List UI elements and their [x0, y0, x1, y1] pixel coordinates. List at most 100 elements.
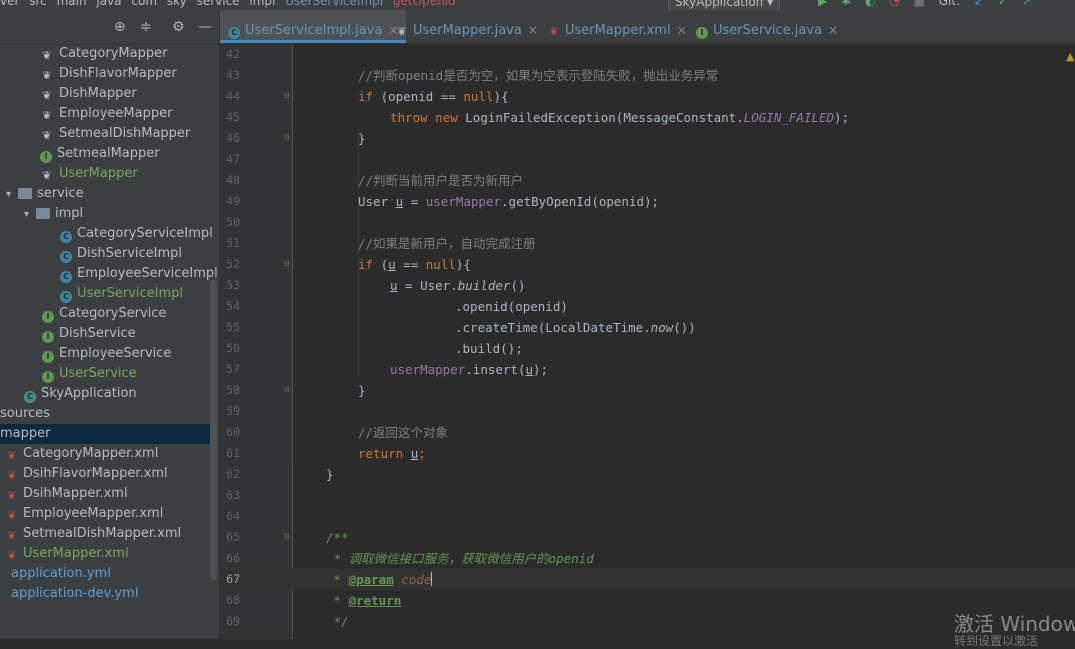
- tree-item-employeemapper-xml[interactable]: ❦ EmployeeMapper.xml: [6, 504, 163, 524]
- line-number: 67: [226, 572, 240, 586]
- target-icon[interactable]: ⊕: [114, 19, 126, 35]
- coverage-icon[interactable]: ◐: [865, 0, 875, 8]
- gear-icon[interactable]: ⚙: [172, 19, 185, 35]
- tree-item-label: EmployeeService: [59, 346, 172, 361]
- xml-file-icon: ❦: [7, 509, 17, 522]
- tree-item-setmealdishmapper[interactable]: ❦ SetmealDishMapper: [40, 124, 190, 144]
- interface-icon: I: [42, 351, 54, 363]
- tree-item-employeemapper[interactable]: ❦ EmployeeMapper: [40, 104, 172, 124]
- tree-item-mapper[interactable]: mapper: [0, 424, 210, 444]
- line-number: 69: [226, 614, 240, 628]
- tree-item-categorymapper-xml[interactable]: ❦ CategoryMapper.xml: [6, 444, 158, 464]
- tree-item-usermapper[interactable]: ❦ UserMapper: [40, 164, 137, 184]
- breadcrumb-item[interactable]: com: [131, 0, 157, 8]
- line-number: 57: [226, 362, 240, 376]
- code-doc-param: code: [401, 572, 432, 587]
- tree-item-setmealdishmapper-xml[interactable]: ❦ SetmealDishMapper.xml: [6, 524, 181, 544]
- tree-item-categoryservice[interactable]: I CategoryService: [42, 304, 166, 324]
- git-push-icon[interactable]: ↗: [1022, 0, 1032, 8]
- code-comment: //判断openid是否为空，如果为空表示登陆失败，抛出业务异常: [358, 68, 719, 83]
- tree-item-label: SetmealMapper: [57, 146, 160, 161]
- code-editor[interactable]: ▲ 42 43//判断openid是否为空，如果为空表示登陆失败，抛出业务异常 …: [220, 44, 1075, 639]
- fold-icon[interactable]: ⊟: [284, 380, 289, 401]
- code-line: 53 u = User.builder(): [220, 275, 1075, 296]
- fold-icon[interactable]: ⊟: [284, 128, 289, 149]
- tree-item-employeeserviceimpl[interactable]: C EmployeeServiceImpl: [60, 264, 218, 284]
- tab-user-service-java[interactable]: I UserService.java ×: [688, 10, 846, 43]
- breadcrumb-item[interactable]: UserServiceImpl: [285, 0, 383, 8]
- tree-item-employeeservice[interactable]: I EmployeeService: [42, 344, 171, 364]
- debug-icon[interactable]: ✱: [841, 0, 851, 8]
- tab-user-mapper-xml[interactable]: ❦ UserMapper.xml ×: [540, 10, 695, 43]
- tree-item-label: DishService: [59, 326, 136, 341]
- line-number: 54: [226, 299, 240, 313]
- breadcrumb-item[interactable]: getOpenid: [393, 0, 456, 8]
- fold-icon[interactable]: ⊟: [284, 254, 289, 275]
- tree-item-impl[interactable]: ▾ impl: [24, 204, 83, 224]
- tree-item-dishflavormapper[interactable]: ❦ DishFlavorMapper: [40, 64, 176, 84]
- tree-item-usermapper-xml[interactable]: ❦ UserMapper.xml: [6, 544, 128, 564]
- tab-user-mapper-java[interactable]: ❦ UserMapper.java ×: [388, 10, 546, 43]
- breadcrumb-item[interactable]: service: [197, 0, 240, 8]
- run-icon[interactable]: ▶: [818, 0, 827, 8]
- tree-item-dishservice[interactable]: I DishService: [42, 324, 136, 344]
- tree-item-dishserviceimpl[interactable]: C DishServiceImpl: [60, 244, 182, 264]
- tree-item-categoryserviceimpl[interactable]: C CategoryServiceImpl: [60, 224, 213, 244]
- code-token: (openid ==: [373, 89, 464, 104]
- tree-item-label: CategoryMapper.xml: [23, 446, 159, 461]
- breadcrumb-item[interactable]: ver: [0, 0, 19, 8]
- breadcrumb: ver src main java com sky service impl U…: [0, 0, 462, 8]
- expand-arrow-icon[interactable]: ▾: [24, 205, 36, 225]
- tree-item-label: SkyApplication: [41, 386, 137, 401]
- minimize-icon[interactable]: —: [198, 19, 212, 35]
- profile-icon[interactable]: ◔: [889, 0, 899, 8]
- breadcrumb-item[interactable]: impl: [249, 0, 275, 8]
- project-scrollbar[interactable]: [210, 280, 217, 580]
- toolbar: ▶ ✱ ◐ ◔ ■ Git: ↙ ✓ ↗: [818, 0, 1042, 8]
- tree-item-userservice[interactable]: I UserService: [42, 364, 137, 384]
- line-number: 50: [226, 215, 240, 229]
- expand-arrow-icon[interactable]: ▾: [6, 185, 18, 205]
- editor-tabs: C UserServiceImpl.java × ❦ UserMapper.java ×…: [220, 10, 1075, 44]
- code-line: 58 ⊟}: [220, 380, 1075, 401]
- xml-file-icon: ❦: [7, 529, 17, 542]
- tree-item-dsihmapper-xml[interactable]: ❦ DsihMapper.xml: [6, 484, 127, 504]
- breadcrumb-item[interactable]: sky: [167, 0, 187, 8]
- collapse-icon[interactable]: ≑: [140, 19, 152, 35]
- tree-item-dsihflavormapper-xml[interactable]: ❦ DsihFlavorMapper.xml: [6, 464, 167, 484]
- tree-item-service[interactable]: ▾ service: [6, 184, 84, 204]
- xml-file-icon: ❦: [7, 469, 17, 482]
- run-configuration-select[interactable]: SkyApplication ▾: [668, 0, 781, 10]
- git-commit-icon[interactable]: ✓: [998, 0, 1008, 8]
- mybatis-mapper-icon: ❦: [42, 89, 52, 102]
- tree-item-userserviceimpl[interactable]: C UserServiceImpl: [60, 284, 183, 304]
- tree-item-skyapplication[interactable]: C SkyApplication: [24, 384, 137, 404]
- tree-item-application-dev-yml[interactable]: application-dev.yml: [0, 584, 138, 604]
- tree-item-sources[interactable]: sources: [0, 404, 50, 424]
- tree-item-label: sources: [0, 406, 50, 421]
- code-line: 63: [220, 485, 1075, 506]
- line-number: 44: [226, 89, 240, 103]
- code-token: null: [463, 89, 494, 104]
- mybatis-mapper-icon: ❦: [42, 69, 52, 82]
- code-line: 51 //如果是新用户，自动完成注册: [220, 233, 1075, 254]
- code-token: (: [373, 257, 389, 272]
- stop-icon[interactable]: ■: [914, 0, 925, 8]
- tree-item-application-yml[interactable]: application.yml: [0, 564, 111, 584]
- fold-icon[interactable]: ⊟: [284, 86, 289, 107]
- tab-user-service-impl[interactable]: C UserServiceImpl.java ×: [220, 10, 407, 43]
- close-icon[interactable]: ×: [677, 23, 687, 37]
- tree-item-setmealmapper[interactable]: I SetmealMapper: [40, 144, 160, 164]
- close-icon[interactable]: ×: [828, 23, 838, 37]
- line-number: 45: [226, 110, 240, 124]
- breadcrumb-item[interactable]: src: [29, 0, 47, 8]
- tree-item-categorymapper[interactable]: ❦ CategoryMapper: [40, 44, 167, 64]
- tab-label: UserService.java: [713, 23, 823, 38]
- tree-item-label: mapper: [0, 426, 51, 441]
- close-icon[interactable]: ×: [528, 23, 538, 37]
- git-update-icon[interactable]: ↙: [974, 0, 984, 8]
- fold-icon[interactable]: ⊟: [284, 527, 289, 548]
- breadcrumb-item[interactable]: java: [96, 0, 121, 8]
- tree-item-dishmapper[interactable]: ❦ DishMapper: [40, 84, 136, 104]
- breadcrumb-item[interactable]: main: [57, 0, 87, 8]
